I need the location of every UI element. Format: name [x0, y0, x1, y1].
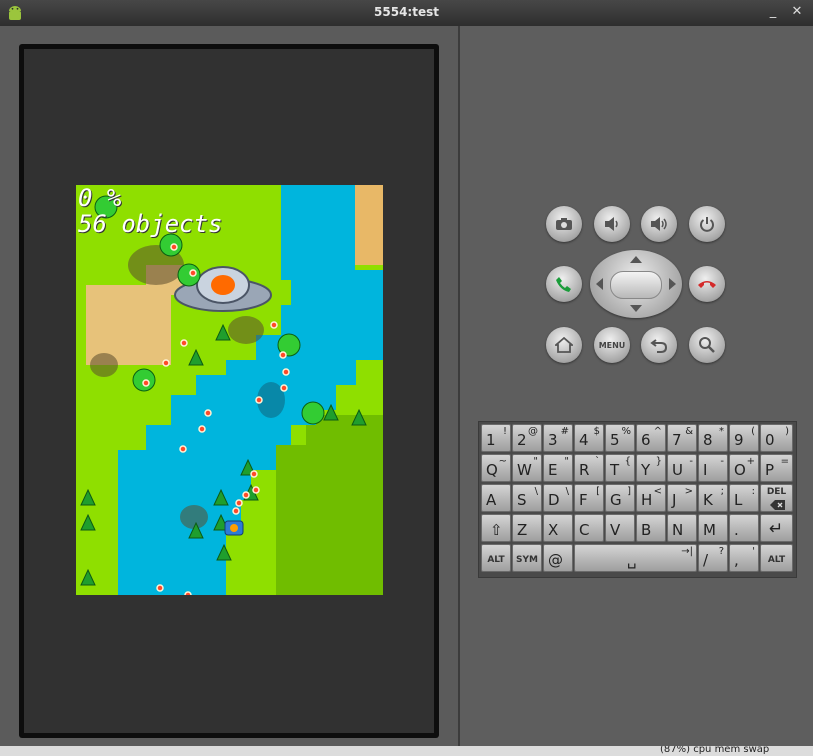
- menu-button-label: MENU: [598, 340, 626, 350]
- key-period[interactable]: .: [729, 514, 759, 542]
- key-i[interactable]: I-: [698, 454, 728, 482]
- window-titlebar: 5554:test _ ✕: [0, 0, 813, 26]
- system-stats: (87%) cpu mem swap: [660, 746, 770, 755]
- key-space[interactable]: ␣ →|: [574, 544, 697, 572]
- camera-button[interactable]: [546, 206, 582, 242]
- back-icon: [650, 339, 668, 353]
- key-w[interactable]: W ": [512, 454, 542, 482]
- key-x[interactable]: X: [543, 514, 573, 542]
- search-button[interactable]: [689, 327, 725, 363]
- key-u[interactable]: U-: [667, 454, 697, 482]
- key-j[interactable]: J >: [667, 484, 697, 512]
- key-9[interactable]: 9(: [729, 424, 759, 452]
- key-y[interactable]: Y}: [636, 454, 666, 482]
- key-sym[interactable]: SYM: [512, 544, 542, 572]
- key-e[interactable]: E ": [543, 454, 573, 482]
- key-0[interactable]: 0): [760, 424, 793, 452]
- back-button[interactable]: [641, 327, 677, 363]
- key-6[interactable]: 6 ^: [636, 424, 666, 452]
- backspace-icon: [770, 500, 785, 510]
- key-alt-left[interactable]: ALT: [481, 544, 511, 572]
- key-o[interactable]: O +: [729, 454, 759, 482]
- key-1[interactable]: 1!: [481, 424, 511, 452]
- key-l[interactable]: L:: [729, 484, 759, 512]
- search-icon: [699, 337, 715, 353]
- volume-up-button[interactable]: [641, 206, 677, 242]
- key-4[interactable]: 4 $: [574, 424, 604, 452]
- menu-button[interactable]: MENU: [594, 327, 630, 363]
- key-enter[interactable]: ↵: [760, 514, 793, 542]
- game-view[interactable]: 0 % 56 objects: [76, 185, 383, 595]
- dpad-down-icon: [630, 305, 642, 312]
- key-8[interactable]: 8 *: [698, 424, 728, 452]
- key-7[interactable]: 7 &: [667, 424, 697, 452]
- key-f[interactable]: F[: [574, 484, 604, 512]
- key-shift[interactable]: ⇧: [481, 514, 511, 542]
- close-button[interactable]: ✕: [788, 3, 806, 21]
- volume-up-icon: [651, 217, 667, 231]
- key-h[interactable]: H <: [636, 484, 666, 512]
- home-icon: [555, 337, 573, 353]
- key-c[interactable]: C: [574, 514, 604, 542]
- key-r[interactable]: R `: [574, 454, 604, 482]
- camera-icon: [556, 218, 572, 230]
- key-alt-right[interactable]: ALT: [760, 544, 793, 572]
- call-button[interactable]: [546, 266, 582, 302]
- player-ship: [224, 520, 244, 536]
- key-m[interactable]: M: [698, 514, 728, 542]
- volume-down-icon: [605, 217, 618, 231]
- key-q[interactable]: Q ~: [481, 454, 511, 482]
- key-at[interactable]: @: [543, 544, 573, 572]
- home-button[interactable]: [546, 327, 582, 363]
- minimize-button[interactable]: _: [764, 3, 782, 21]
- key-n[interactable]: N: [667, 514, 697, 542]
- volume-down-button[interactable]: [594, 206, 630, 242]
- key-5[interactable]: 5%: [605, 424, 635, 452]
- key-s[interactable]: S \: [512, 484, 542, 512]
- key-del[interactable]: DEL: [760, 484, 793, 512]
- dpad-left-icon: [596, 278, 603, 290]
- dpad-right-icon: [669, 278, 676, 290]
- key-t[interactable]: T{: [605, 454, 635, 482]
- key-3[interactable]: 3 #: [543, 424, 573, 452]
- key-2[interactable]: 2 @: [512, 424, 542, 452]
- emulator-controls-panel: [460, 26, 813, 746]
- key-k[interactable]: K;: [698, 484, 728, 512]
- key-comma[interactable]: , ': [729, 544, 759, 572]
- key-b[interactable]: B: [636, 514, 666, 542]
- window-title: 5554:test: [374, 5, 439, 19]
- emulator-keyboard: 1! 2 @ 3 # 4 $ 5% 6 ^ 7 & 8 * 9( 0) Q ~ W " E " R…: [478, 421, 797, 578]
- call-icon: [556, 277, 571, 292]
- key-p[interactable]: P =: [760, 454, 793, 482]
- key-d[interactable]: D \: [543, 484, 573, 512]
- key-a[interactable]: A: [481, 484, 511, 512]
- dpad-up-icon: [630, 256, 642, 263]
- system-statusbar: (87%) cpu mem swap: [0, 746, 813, 756]
- object-count: 56 objects: [78, 210, 223, 238]
- dpad-arrows: [596, 256, 676, 312]
- game-map: [76, 185, 383, 595]
- end-call-button[interactable]: [689, 266, 725, 302]
- key-g[interactable]: G]: [605, 484, 635, 512]
- key-z[interactable]: Z: [512, 514, 542, 542]
- key-v[interactable]: V: [605, 514, 635, 542]
- key-slash[interactable]: /?: [698, 544, 728, 572]
- power-button[interactable]: [689, 206, 725, 242]
- end-call-icon: [698, 281, 716, 288]
- progress-percent: 0 %: [78, 185, 122, 212]
- power-icon: [700, 217, 714, 232]
